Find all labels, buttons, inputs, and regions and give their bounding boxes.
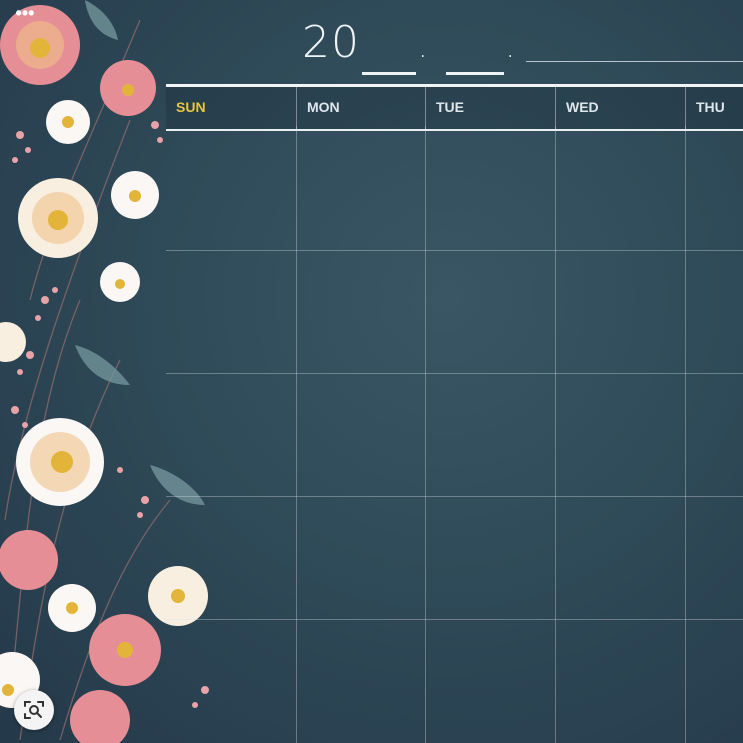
column-divider: [296, 126, 297, 743]
row-divider: [166, 496, 743, 497]
title-underline: [526, 61, 743, 62]
weekday-thu: THU: [685, 87, 743, 129]
weekday-sun: SUN: [176, 99, 206, 115]
title-dot: .: [505, 30, 517, 65]
column-divider: [685, 126, 686, 743]
weekday-header: SUN MON TUE WED THU: [166, 84, 743, 131]
row-divider: [166, 619, 743, 620]
weekday-wed: WED: [555, 87, 685, 129]
column-divider: [425, 126, 426, 743]
calendar-grid: SUN MON TUE WED THU: [166, 84, 743, 743]
row-divider: [166, 373, 743, 374]
row-divider: [166, 250, 743, 251]
year-prefix: 20: [302, 17, 360, 68]
weekday-mon: MON: [296, 87, 426, 129]
month-year-heading: 20. .: [302, 16, 517, 75]
title-dot: .: [418, 30, 429, 65]
visual-search-button[interactable]: [14, 690, 54, 730]
month-blank: [445, 30, 504, 75]
column-divider: [555, 126, 556, 743]
weekday-tue: TUE: [425, 87, 555, 129]
visual-search-icon: [24, 701, 44, 719]
year-blank: [362, 30, 416, 75]
more-options-button[interactable]: •••: [10, 3, 40, 26]
more-dots-icon: •••: [15, 3, 35, 23]
